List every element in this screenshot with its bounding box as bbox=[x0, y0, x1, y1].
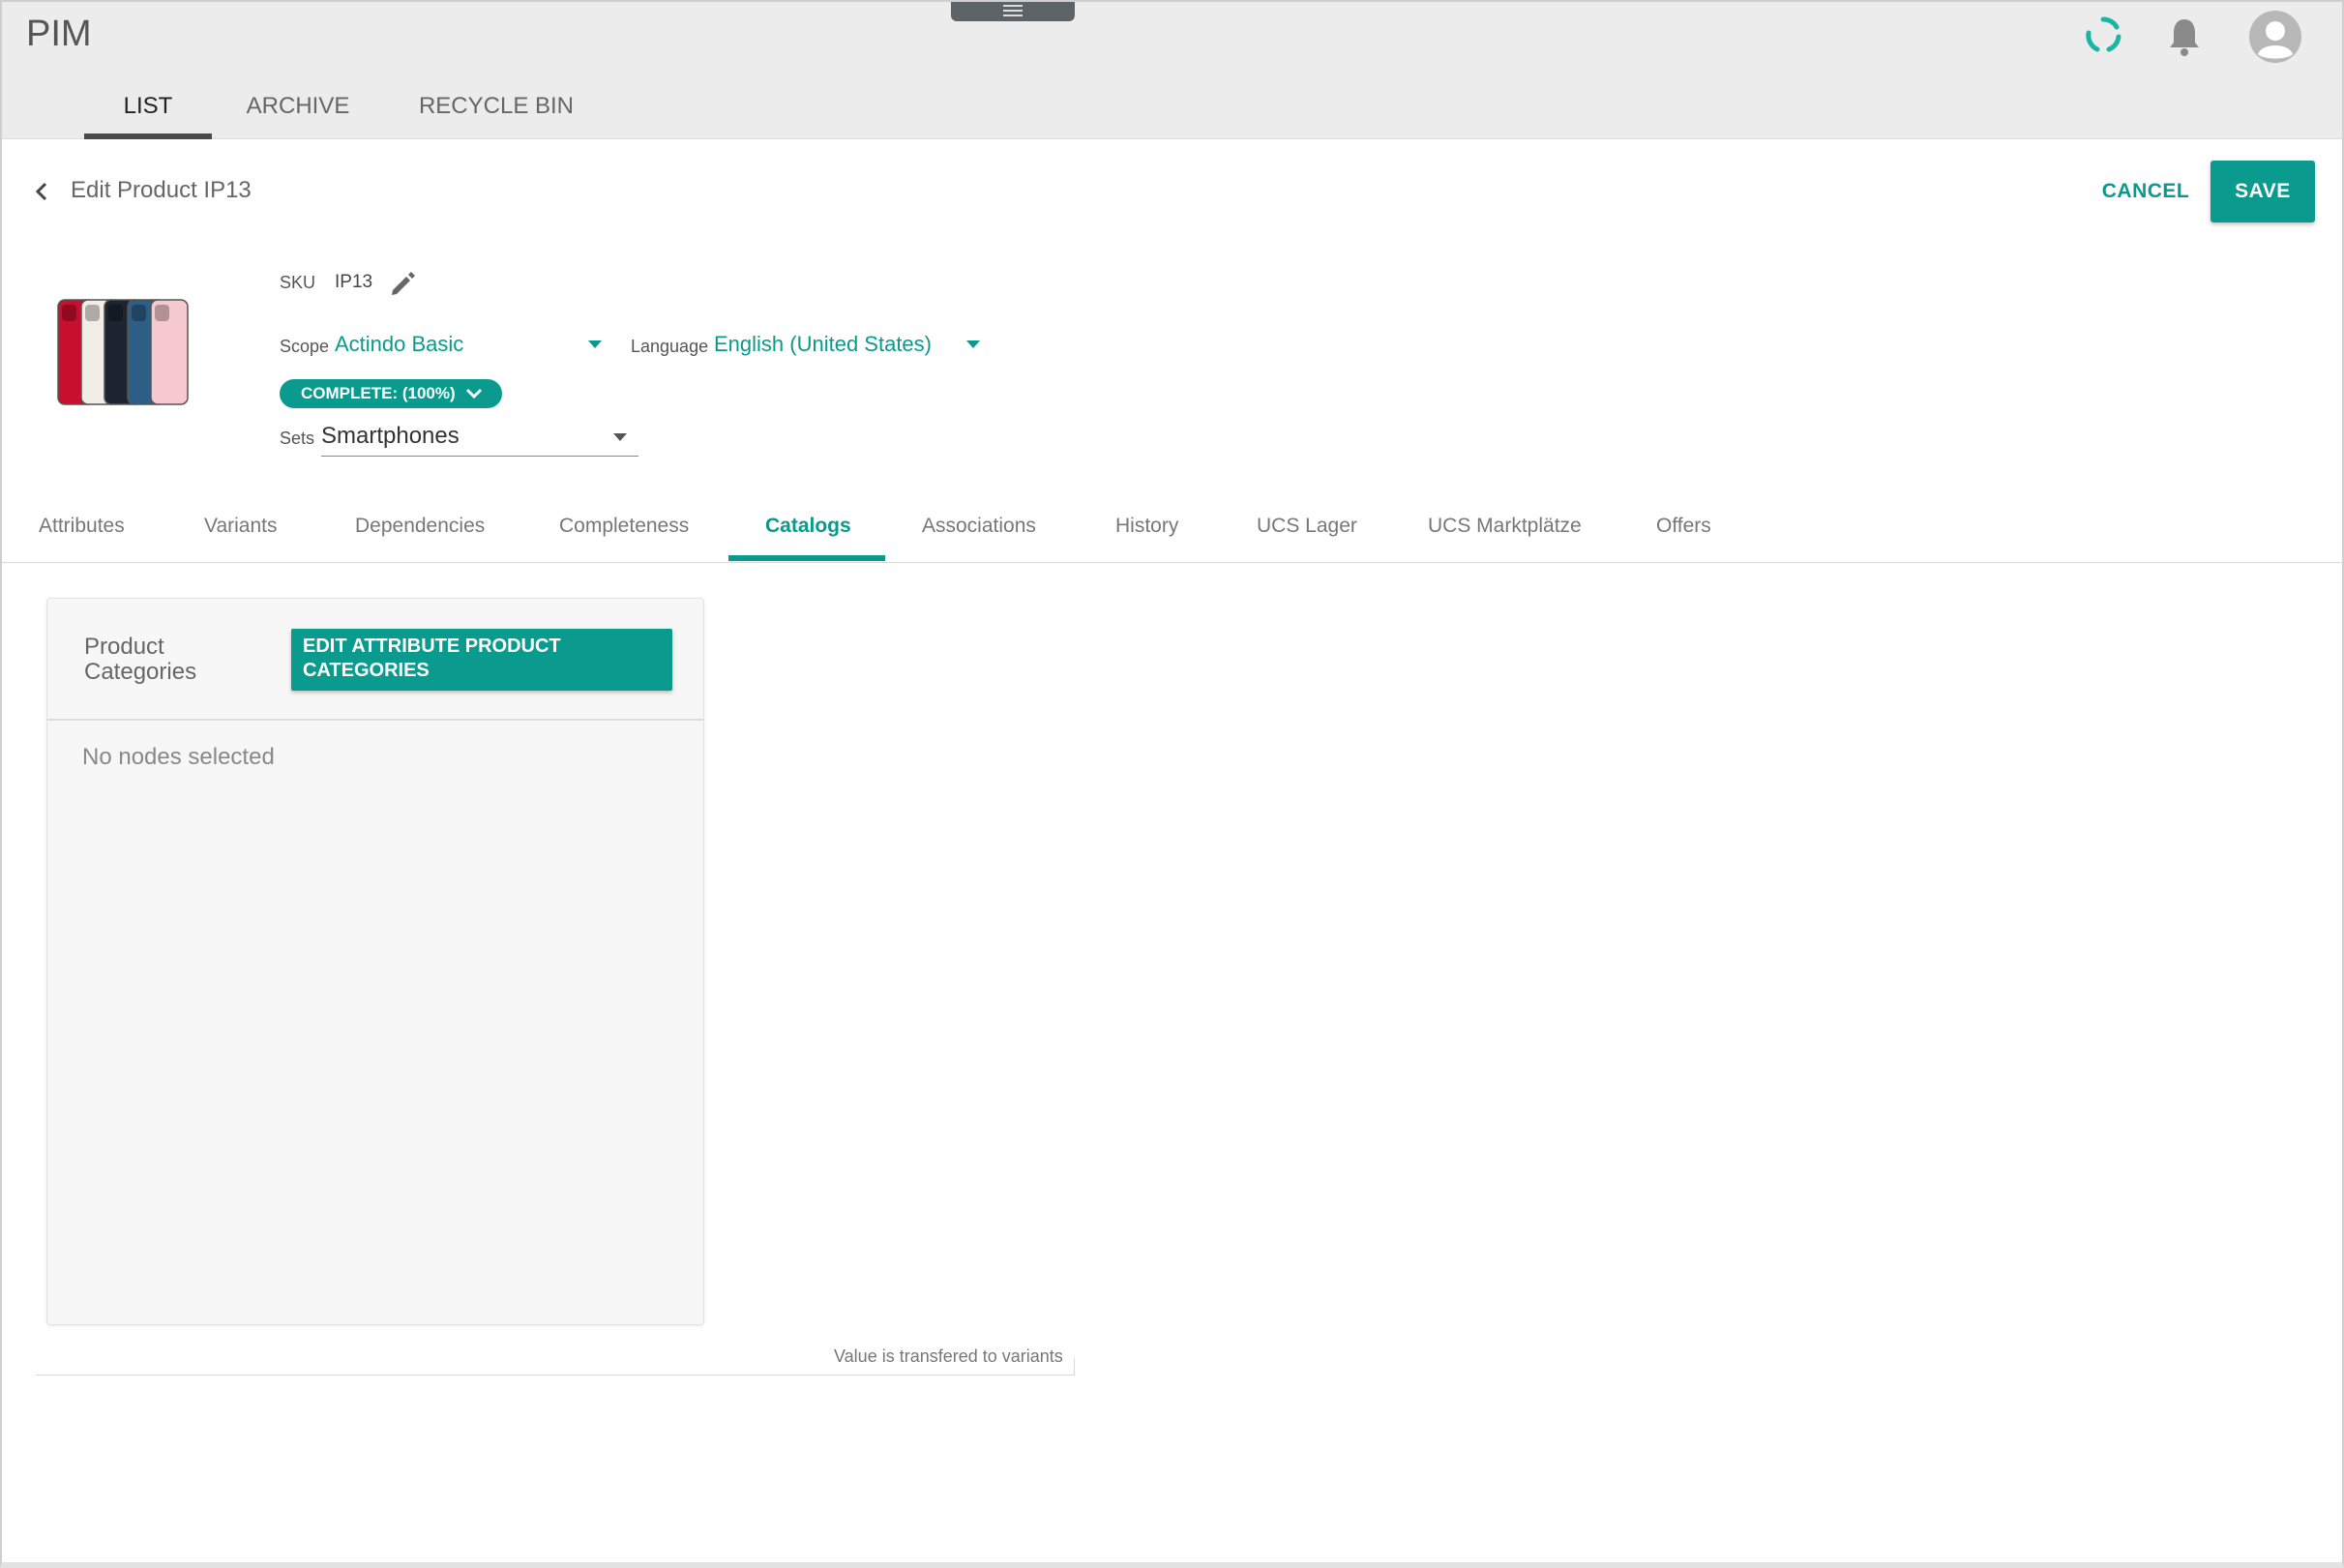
tab-ucs-marktplaetze[interactable]: UCS Marktplätze bbox=[1428, 515, 1582, 538]
language-label: Language bbox=[631, 337, 709, 356]
product-categories-label: Product Categories bbox=[84, 634, 197, 685]
scope-label: Scope bbox=[280, 337, 330, 356]
caret-down-icon bbox=[613, 433, 627, 441]
product-categories-card: Product Categories EDIT ATTRIBUTE PRODUC… bbox=[46, 598, 704, 1325]
sku-value: IP13 bbox=[335, 272, 373, 292]
pencil-icon[interactable] bbox=[387, 269, 418, 300]
sets-label: Sets bbox=[280, 429, 315, 448]
save-button[interactable]: SAVE bbox=[2210, 161, 2315, 222]
language-select[interactable]: English (United States) bbox=[714, 332, 932, 357]
tab-list[interactable]: LIST bbox=[84, 85, 212, 139]
product-image bbox=[57, 299, 189, 405]
chevron-down-icon bbox=[465, 388, 483, 399]
caret-down-icon[interactable] bbox=[964, 339, 982, 350]
completeness-badge-label: COMPLETE: (100%) bbox=[301, 384, 456, 402]
avatar-icon[interactable] bbox=[2248, 10, 2302, 64]
empty-state-text: No nodes selected bbox=[82, 744, 275, 770]
tab-catalogs[interactable]: Catalogs bbox=[765, 515, 851, 538]
edit-product-categories-button[interactable]: EDIT ATTRIBUTE PRODUCT CATEGORIES bbox=[291, 629, 672, 691]
tab-variants[interactable]: Variants bbox=[204, 515, 277, 538]
tab-completeness[interactable]: Completeness bbox=[559, 515, 689, 538]
tab-archive[interactable]: ARCHIVE bbox=[212, 85, 384, 139]
completeness-badge[interactable]: COMPLETE: (100%) bbox=[280, 379, 502, 408]
back-arrow-icon[interactable] bbox=[31, 180, 52, 203]
main-tabs: LIST ARCHIVE RECYCLE BIN bbox=[84, 85, 608, 139]
app-title: PIM bbox=[26, 14, 92, 54]
drawer-handle[interactable] bbox=[951, 2, 1075, 21]
tab-offers[interactable]: Offers bbox=[1656, 515, 1711, 538]
transfer-note: Value is transfered to variants bbox=[834, 1346, 1063, 1366]
sync-icon[interactable] bbox=[2084, 15, 2122, 54]
scope-select[interactable]: Actindo Basic bbox=[335, 332, 463, 357]
active-tab-indicator bbox=[728, 555, 885, 561]
menu-icon bbox=[1003, 5, 1023, 16]
sets-select[interactable]: Smartphones bbox=[321, 420, 638, 457]
phone-5 bbox=[150, 299, 189, 405]
sku-label: SKU bbox=[280, 273, 316, 292]
tab-recycle-bin[interactable]: RECYCLE BIN bbox=[384, 85, 608, 139]
tab-attributes[interactable]: Attributes bbox=[39, 515, 125, 538]
tab-history[interactable]: History bbox=[1115, 515, 1178, 538]
top-header: PIM LIST ARCHIVE RECYCLE BIN bbox=[2, 2, 2342, 139]
card-header: Product Categories EDIT ATTRIBUTE PRODUC… bbox=[47, 599, 703, 721]
bell-icon[interactable] bbox=[2165, 15, 2204, 58]
tab-associations[interactable]: Associations bbox=[922, 515, 1036, 538]
cancel-button[interactable]: CANCEL bbox=[2088, 161, 2204, 222]
tab-dependencies[interactable]: Dependencies bbox=[355, 515, 485, 538]
page-title: Edit Product IP13 bbox=[71, 177, 252, 203]
caret-down-icon[interactable] bbox=[586, 339, 604, 350]
tab-ucs-lager[interactable]: UCS Lager bbox=[1257, 515, 1357, 538]
sets-value: Smartphones bbox=[321, 423, 460, 449]
product-tabs: Attributes Variants Dependencies Complet… bbox=[2, 505, 2342, 563]
